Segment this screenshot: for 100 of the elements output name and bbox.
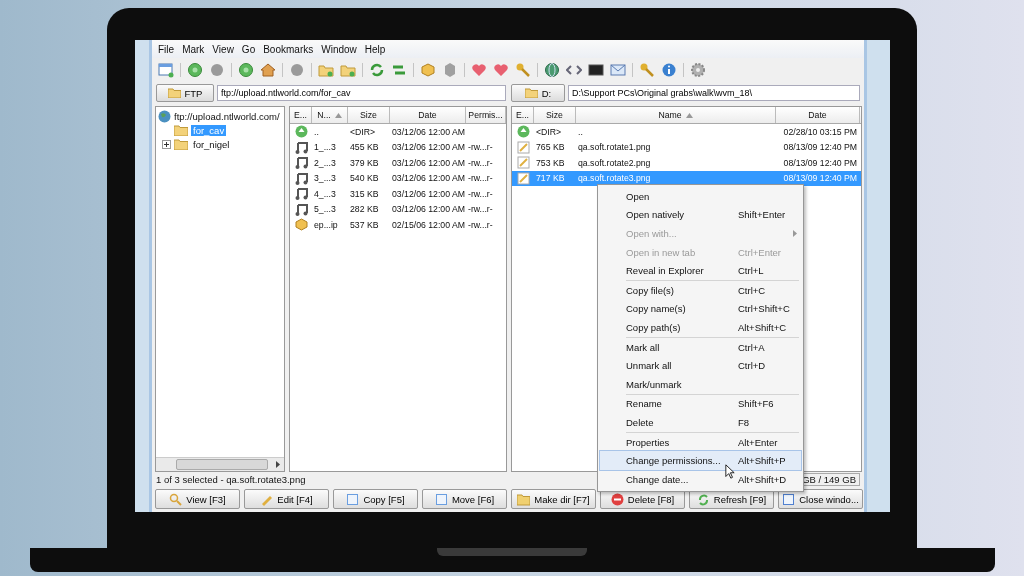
file-date: 03/12/06 12:00 AM — [391, 142, 466, 153]
file-size: 379 KB — [349, 157, 380, 168]
new-window-icon[interactable] — [158, 62, 174, 78]
menu-item[interactable]: Copy file(s) Ctrl+C — [600, 280, 801, 300]
folder-icon[interactable] — [340, 62, 356, 78]
ring-icon[interactable] — [238, 62, 254, 78]
menu-item[interactable]: Rename Shift+F6 — [600, 394, 801, 414]
sync-arrows-icon[interactable] — [369, 62, 385, 78]
menu-item[interactable]: Mark all Ctrl+A — [600, 337, 801, 357]
music-note-icon — [294, 171, 308, 185]
menu-item[interactable]: Unmark all Ctrl+D — [600, 356, 801, 375]
file-permissions: -rw...r- — [467, 173, 494, 184]
function-button[interactable]: Copy [F5] — [333, 489, 418, 509]
file-size: 282 KB — [349, 204, 380, 215]
key-icon[interactable] — [515, 62, 531, 78]
file-date: 03/12/06 12:00 AM — [391, 157, 466, 168]
file-row[interactable]: 753 KB qa.soft.rotate2.png 08/13/09 12:40 PM — [512, 155, 861, 171]
menu-item[interactable]: Change date... Alt+Shift+D — [600, 469, 801, 489]
file-name: 4_...3 — [313, 188, 337, 199]
column-header[interactable]: Name — [576, 107, 776, 123]
heart-icon[interactable] — [471, 62, 487, 78]
address-field[interactable]: D:\Support PCs\Original grabs\walk\wvm_18\ — [568, 85, 860, 101]
menu-item[interactable]: Help — [360, 43, 390, 55]
key-icon[interactable] — [639, 62, 655, 78]
column-header[interactable]: E... — [512, 107, 534, 123]
column-header[interactable]: Date — [776, 107, 860, 123]
column-header[interactable]: Permis... — [466, 107, 506, 123]
file-permissions: -rw...r- — [467, 219, 494, 230]
file-row[interactable]: 765 KB qa.soft.rotate1.png 08/13/09 12:40 PM — [512, 139, 861, 155]
menu-item[interactable]: Reveal in Explorer Ctrl+L — [600, 261, 801, 280]
expand-icon[interactable] — [162, 139, 171, 149]
menu-item[interactable]: Properties Alt+Enter — [600, 432, 801, 452]
menu-item[interactable]: View — [208, 43, 238, 55]
sort-arrow-icon — [685, 112, 693, 118]
file-size: 455 KB — [349, 142, 380, 153]
settings-icon[interactable] — [690, 62, 706, 78]
file-date: 03/12/06 12:00 AM — [391, 173, 466, 184]
delete-icon — [610, 492, 624, 506]
status-text: 1 of 3 selected - qa.soft.rotate3.png — [156, 474, 306, 485]
tree-item[interactable]: for_nigel — [191, 138, 232, 150]
file-permissions: -rw...r- — [467, 204, 494, 215]
menu-item[interactable]: Window — [317, 43, 361, 55]
menu-item[interactable]: Delete F8 — [600, 413, 801, 432]
file-date: 03/12/06 12:00 AM — [391, 126, 466, 137]
column-header[interactable]: N... — [312, 107, 348, 123]
music-note-icon — [294, 140, 308, 154]
globe-icon[interactable] — [544, 62, 560, 78]
image-file-icon — [516, 171, 530, 185]
function-button[interactable]: Move [F6] — [422, 489, 507, 509]
file-date: 02/15/06 12:00 AM — [391, 219, 466, 230]
location-button[interactable]: D: — [511, 84, 565, 102]
file-name: ep...ip — [313, 219, 339, 230]
copy-icon — [346, 492, 360, 506]
function-button[interactable]: Make dir [F7] — [511, 489, 596, 509]
circle-icon[interactable] — [289, 62, 305, 78]
column-header[interactable]: Size — [348, 107, 390, 123]
submenu-arrow-icon — [793, 230, 797, 237]
package-icon[interactable] — [420, 62, 436, 78]
document-icon — [434, 492, 448, 506]
menu-item[interactable]: Bookmarks — [259, 43, 318, 55]
folder-icon — [167, 88, 181, 98]
menu-item[interactable]: Change permissions... Alt+Shift+P — [600, 451, 801, 470]
column-header[interactable]: Size — [534, 107, 576, 123]
scroll-arrow-icon[interactable] — [276, 461, 280, 468]
info-icon[interactable] — [661, 62, 677, 78]
function-button[interactable]: Edit [F4] — [244, 489, 329, 509]
terminal-icon[interactable] — [588, 62, 604, 78]
menu-item[interactable]: Open — [600, 187, 801, 206]
sort-arrow-icon — [334, 112, 342, 118]
tree-item[interactable]: ftp://upload.ntlworld.com/ — [158, 109, 282, 123]
menu-item[interactable]: Copy path(s) Alt+Shift+C — [600, 318, 801, 337]
heart-icon[interactable] — [493, 62, 509, 78]
menu-item[interactable]: Mark/unmark — [600, 374, 801, 394]
file-size: <DIR> — [349, 126, 377, 137]
column-header[interactable]: Date — [390, 107, 466, 123]
horizontal-scrollbar[interactable] — [156, 457, 284, 471]
folder-icon[interactable] — [318, 62, 334, 78]
package-icon — [294, 218, 308, 232]
file-row[interactable]: <DIR> .. 02/28/10 03:15 PM — [512, 124, 861, 140]
location-button[interactable]: FTP — [156, 84, 214, 102]
hexagon-icon[interactable] — [442, 62, 458, 78]
file-date: 03/12/06 12:00 AM — [391, 188, 466, 199]
refresh-icon — [696, 492, 710, 506]
mail-icon[interactable] — [610, 62, 626, 78]
file-name: 1_...3 — [313, 142, 337, 153]
file-permissions: -rw...r- — [467, 188, 494, 199]
column-header[interactable]: E... — [290, 107, 312, 123]
address-field[interactable]: ftp://upload.ntlworld.com/for_cav — [217, 85, 506, 101]
function-button[interactable]: Close windo... — [778, 489, 863, 509]
menu-item[interactable]: Copy name(s) Ctrl+Shift+C — [600, 299, 801, 319]
image-file-icon — [516, 156, 530, 170]
menu-item[interactable]: Go — [237, 43, 260, 55]
home-icon[interactable] — [260, 62, 276, 78]
function-button[interactable]: View [F3] — [155, 489, 240, 509]
menu-item[interactable]: Open natively Shift+Enter — [600, 205, 801, 225]
ring-icon[interactable] — [187, 62, 203, 78]
circle-icon[interactable] — [209, 62, 225, 78]
menu-item[interactable]: File — [154, 43, 179, 55]
file-permissions: -rw...r- — [467, 157, 494, 168]
menu-item[interactable]: Mark — [178, 43, 209, 55]
